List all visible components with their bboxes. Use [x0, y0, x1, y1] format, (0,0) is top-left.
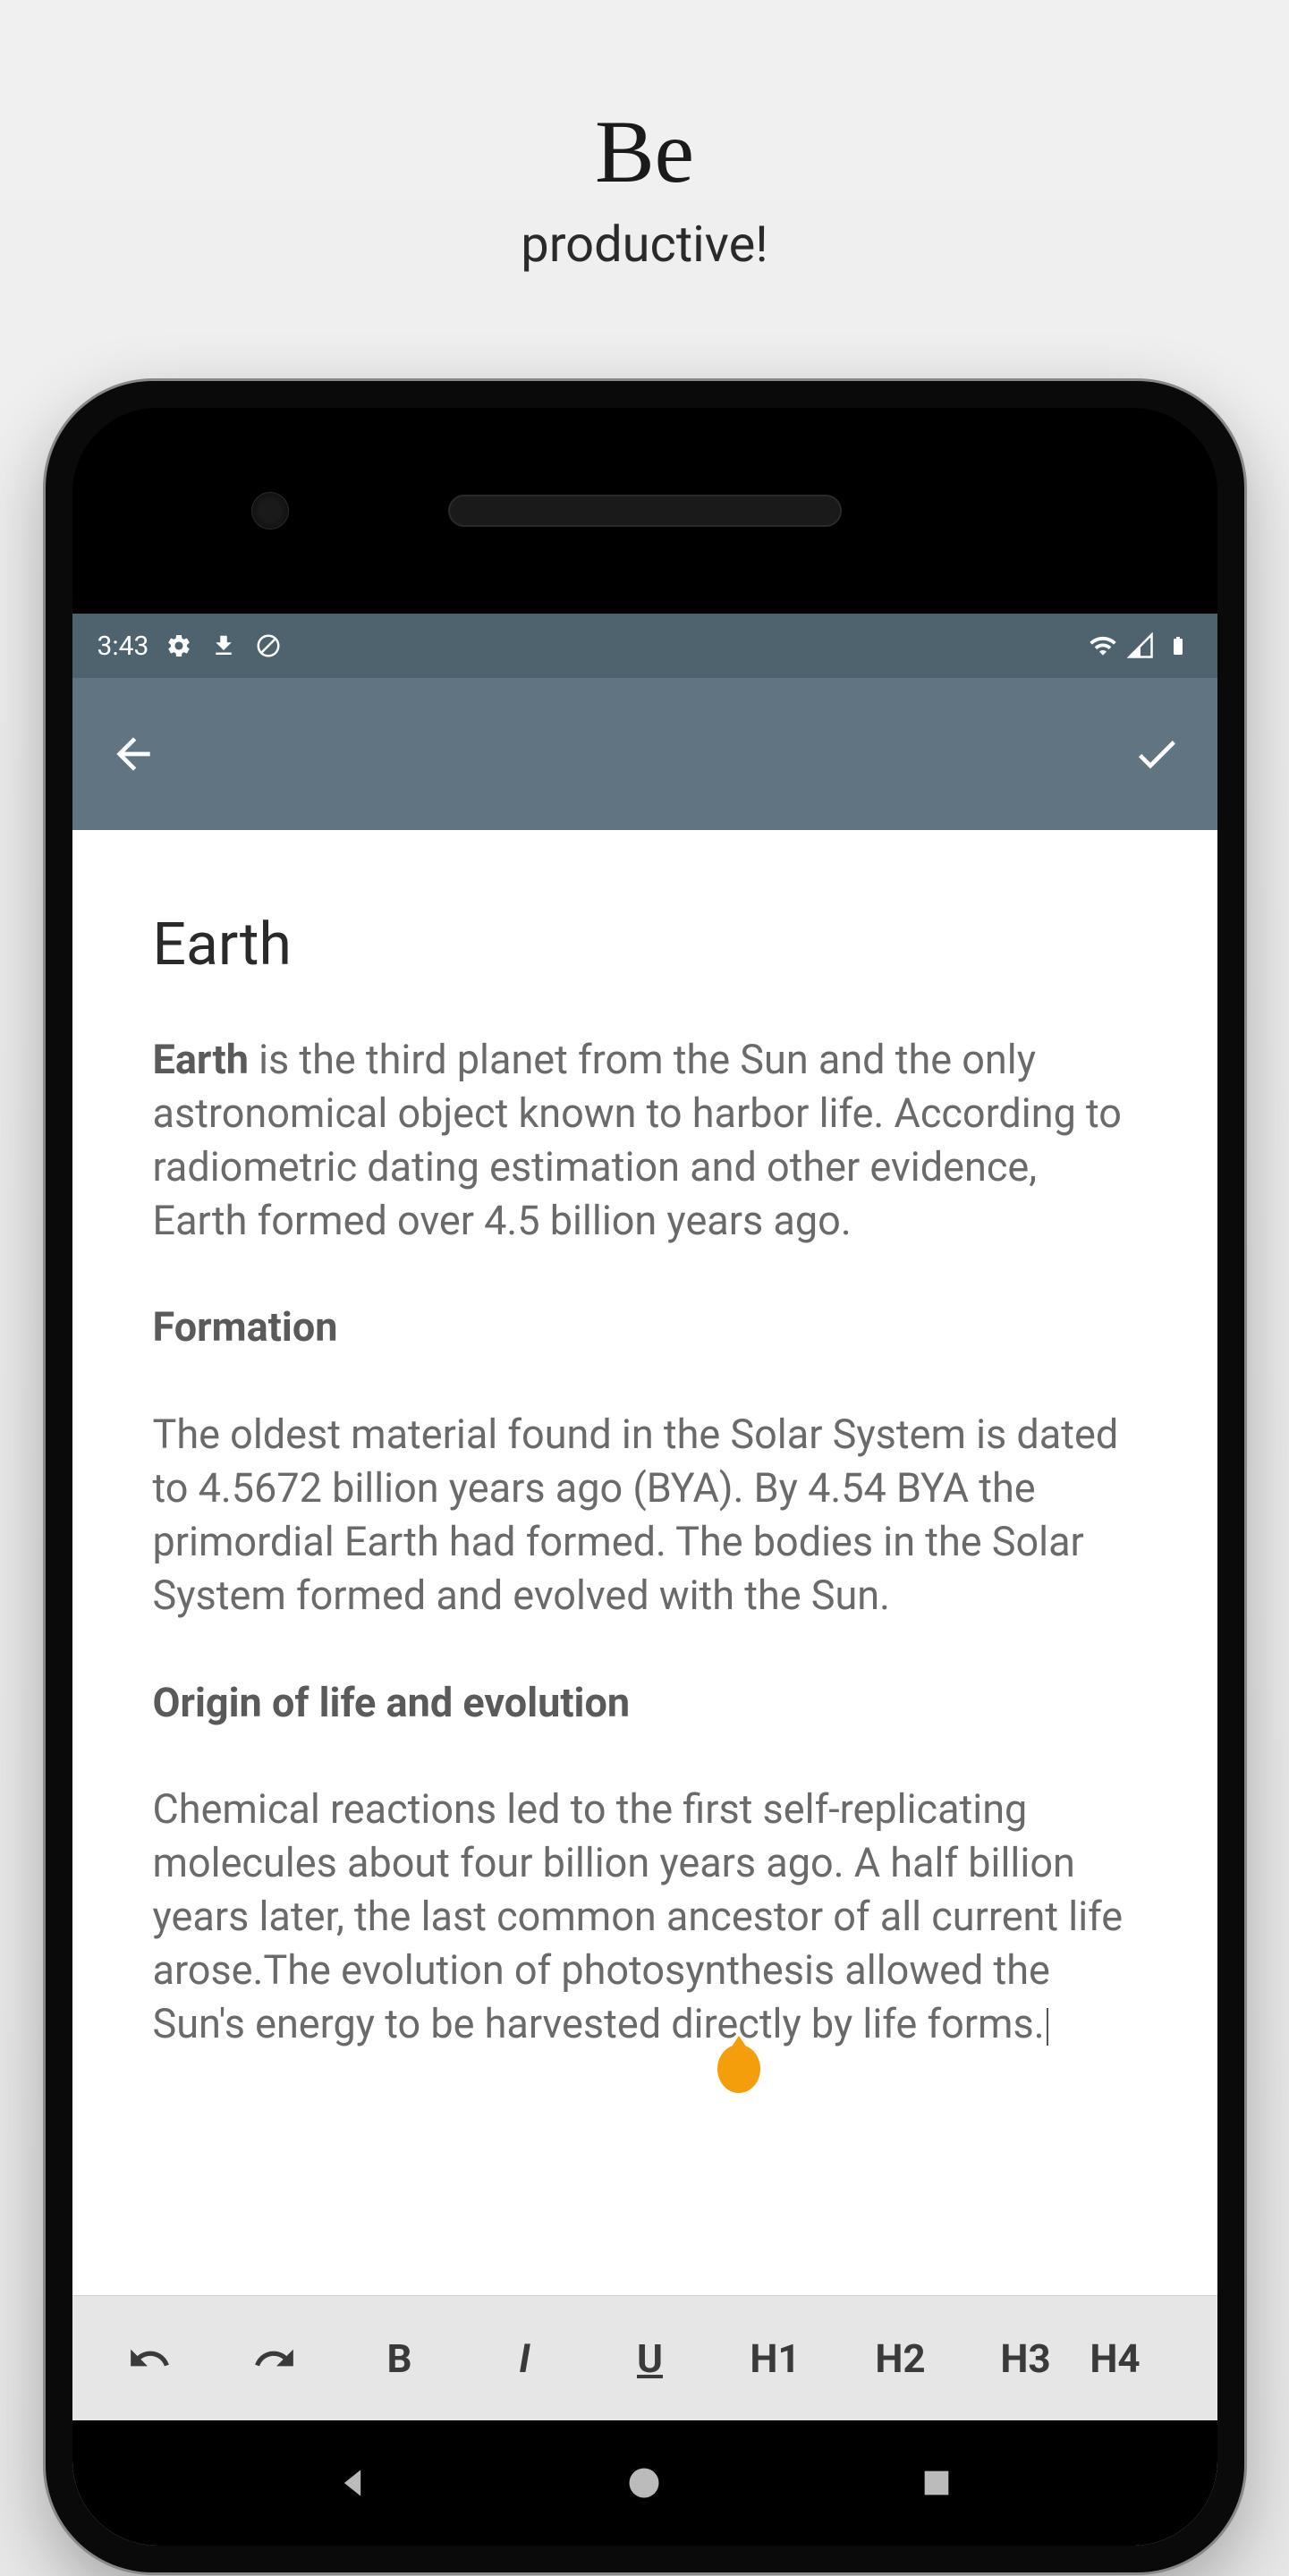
camera-hardware	[251, 492, 289, 530]
editor-content[interactable]: Earth Earth is the third planet from the…	[72, 830, 1217, 2295]
app-bar	[72, 678, 1217, 830]
status-time: 3:43	[98, 631, 149, 662]
no-circle-icon	[254, 631, 283, 660]
status-bar-left: 3:43	[98, 631, 284, 662]
undo-button[interactable]	[87, 2296, 212, 2420]
confirm-button[interactable]	[1132, 729, 1182, 779]
download-icon	[209, 631, 238, 660]
screen: 3:43	[72, 614, 1217, 2546]
h2-button[interactable]: H2	[838, 2296, 963, 2420]
nav-recent-button[interactable]	[910, 2456, 963, 2510]
h4-button[interactable]: H4	[1089, 2296, 1142, 2420]
redo-button[interactable]	[212, 2296, 337, 2420]
text-cursor	[1047, 2008, 1048, 2046]
bold-button[interactable]: B	[337, 2296, 462, 2420]
battery-icon	[1164, 631, 1192, 660]
note-title[interactable]: Earth	[153, 911, 1137, 979]
signal-icon	[1126, 631, 1155, 660]
nav-home-button[interactable]	[617, 2456, 671, 2510]
paragraph-1: is the third planet from the Sun and the…	[153, 1036, 1122, 1244]
format-toolbar: B I U H1 H2 H3 H4	[72, 2295, 1217, 2420]
italic-button[interactable]: I	[462, 2296, 588, 2420]
speaker-hardware	[448, 495, 842, 527]
phone-inner: 3:43	[72, 408, 1217, 2546]
back-button[interactable]	[108, 729, 158, 779]
h3-button[interactable]: H3	[963, 2296, 1089, 2420]
status-bar-right	[1089, 631, 1192, 660]
paragraph-2: The oldest material found in the Solar S…	[153, 1408, 1137, 1622]
phone-hardware-top	[72, 408, 1217, 614]
wifi-icon	[1089, 631, 1117, 660]
heading-origin: Origin of life and evolution	[153, 1676, 1137, 1730]
nav-back-button[interactable]	[326, 2456, 379, 2510]
status-bar: 3:43	[72, 614, 1217, 678]
paragraph-3: Chemical reactions led to the first self…	[153, 1785, 1124, 2046]
promo-subtitle: productive!	[521, 215, 767, 274]
nav-bar	[72, 2420, 1217, 2546]
note-body[interactable]: Earth is the third planet from the Sun a…	[153, 1033, 1137, 2051]
paragraph-1-bold: Earth	[153, 1036, 249, 1083]
heading-formation: Formation	[153, 1301, 1137, 1354]
h1-button[interactable]: H1	[713, 2296, 838, 2420]
gear-icon	[165, 631, 193, 660]
underline-button[interactable]: U	[588, 2296, 713, 2420]
phone-frame: 3:43	[46, 381, 1244, 2572]
cursor-handle-icon[interactable]	[717, 2045, 760, 2093]
promo-title: Be	[595, 107, 694, 197]
